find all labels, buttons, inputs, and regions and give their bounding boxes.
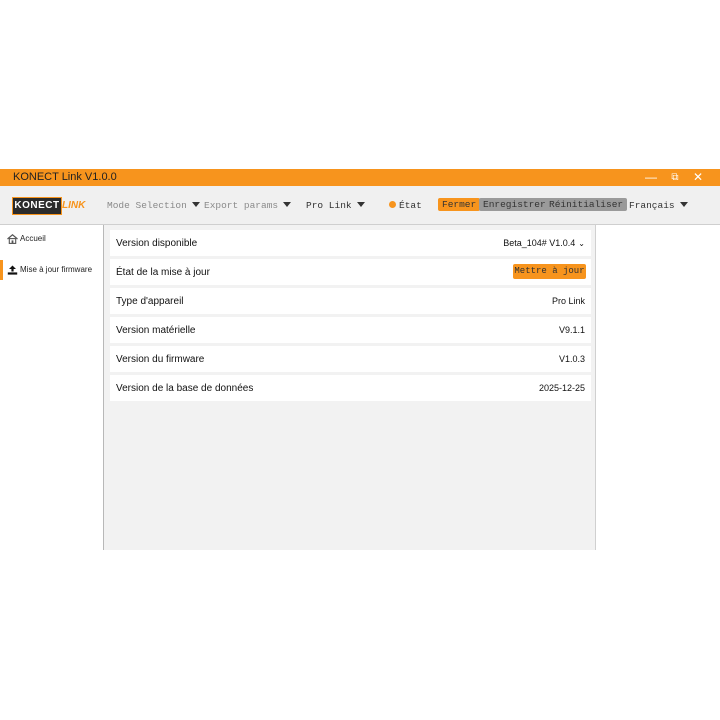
save-button[interactable]: Enregistrer — [479, 198, 550, 211]
language-dropdown[interactable]: Français — [629, 200, 688, 211]
row-label: Version matérielle — [116, 325, 196, 336]
export-params-label: Export params — [204, 200, 279, 211]
row-value: 2025-12-25 — [538, 383, 585, 393]
row-label: Type d'appareil — [116, 296, 184, 307]
row-value: V1.0.3 — [558, 354, 585, 364]
row-value: V9.1.1 — [558, 325, 585, 335]
list-item: Version de la base de données 2025-12-25 — [110, 375, 591, 401]
chevron-down-icon: ⌄ — [578, 239, 585, 248]
status-indicator: État — [389, 200, 422, 211]
upload-icon — [7, 265, 18, 278]
sidebar-item-firmware-update[interactable]: Mise à jour firmware — [0, 260, 103, 280]
row-label: Version du firmware — [116, 354, 205, 365]
caret-down-icon — [191, 202, 200, 207]
close-button[interactable]: Fermer — [438, 198, 481, 211]
update-button[interactable]: Mettre à jour — [513, 264, 586, 279]
home-icon — [7, 234, 18, 247]
logo-brand: KONECT — [12, 197, 62, 215]
logo-suffix: LINK — [62, 200, 86, 211]
title-bar[interactable]: KONECT Link V1.0.0 — ⧉ ✕ — [0, 169, 720, 186]
sidebar: Accueil Mise à jour firmware — [0, 225, 103, 550]
sidebar-item-accueil[interactable]: Accueil — [0, 229, 103, 249]
list-item: Type d'appareil Pro Link — [110, 288, 591, 314]
restore-icon[interactable]: ⧉ — [665, 169, 685, 186]
right-panel — [595, 225, 720, 550]
window-title: KONECT Link V1.0.0 — [13, 171, 117, 183]
konect-link-logo: KONECT LINK — [12, 197, 96, 215]
status-dot-icon — [389, 201, 396, 208]
app-window: KONECT Link V1.0.0 — ⧉ ✕ KONECT LINK Mod… — [0, 169, 720, 550]
row-value: Pro Link — [551, 296, 585, 306]
close-icon[interactable]: ✕ — [688, 169, 708, 186]
caret-down-icon — [283, 202, 292, 207]
caret-down-icon — [356, 202, 365, 207]
list-item: Version du firmware V1.0.3 — [110, 346, 591, 372]
minimize-icon[interactable]: — — [641, 169, 661, 186]
firmware-info-panel: Version disponible Beta_104# V1.0.4 ⌄ Éta… — [103, 225, 596, 550]
toolbar: KONECT LINK Mode Selection Export params… — [0, 186, 720, 225]
reset-button[interactable]: Réinitialiser — [545, 198, 628, 211]
list-item: Version disponible Beta_104# V1.0.4 ⌄ — [110, 230, 591, 256]
pro-link-label: Pro Link — [306, 200, 352, 211]
available-version-select[interactable]: Beta_104# V1.0.4 ⌄ — [503, 238, 585, 248]
list-item: Version matérielle V9.1.1 — [110, 317, 591, 343]
mode-selection-label: Mode Selection — [107, 200, 187, 211]
row-label: Version disponible — [116, 238, 198, 249]
list-item: État de la mise à jour Mettre à jour — [110, 259, 591, 285]
sidebar-item-label: Accueil — [20, 234, 46, 243]
export-params-dropdown[interactable]: Export params — [204, 200, 292, 211]
mode-selection-dropdown[interactable]: Mode Selection — [107, 200, 200, 211]
row-label: Version de la base de données — [116, 383, 254, 394]
pro-link-dropdown[interactable]: Pro Link — [306, 200, 365, 211]
language-label: Français — [629, 200, 675, 211]
caret-down-icon — [679, 202, 688, 207]
row-label: État de la mise à jour — [116, 267, 210, 278]
status-label: État — [399, 200, 422, 211]
sidebar-item-label: Mise à jour firmware — [20, 265, 93, 274]
